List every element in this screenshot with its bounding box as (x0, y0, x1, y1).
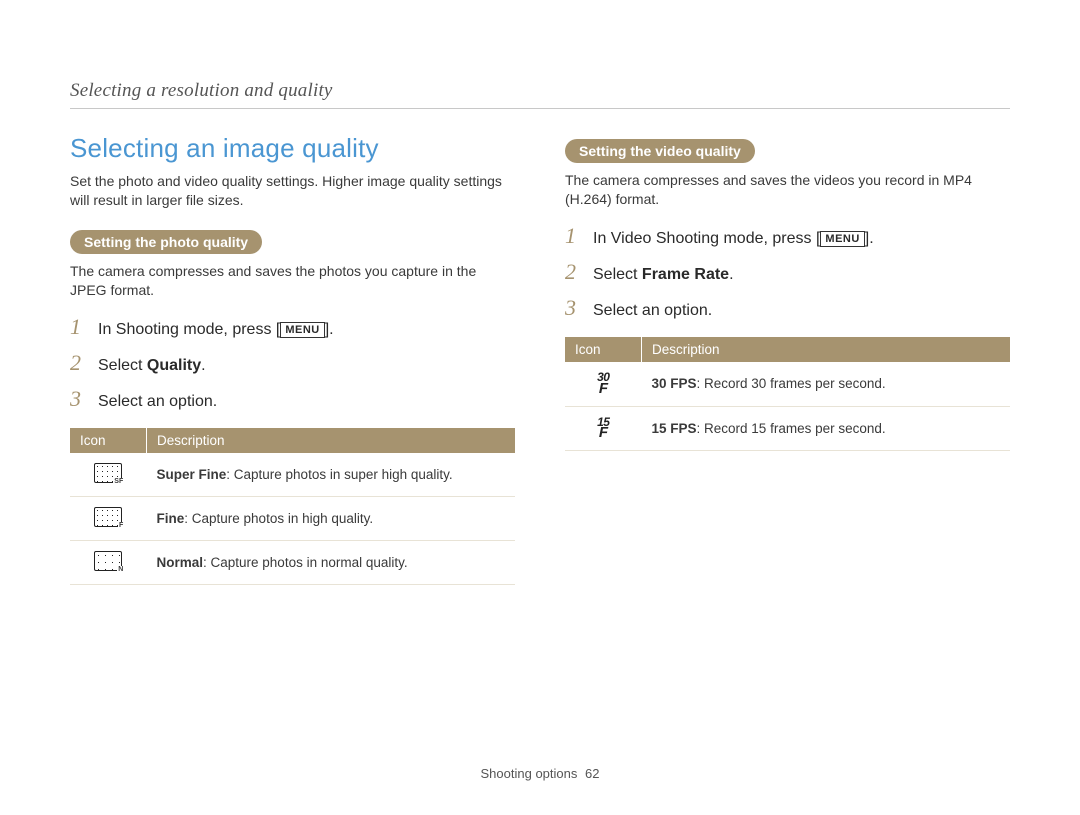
menu-icon: MENU (280, 322, 324, 338)
table-row: Normal: Capture photos in normal quality… (70, 540, 515, 584)
desc-bold: Fine (157, 511, 185, 526)
step-text-part: In Shooting mode, press [ (98, 321, 280, 338)
quality-fine-icon (94, 507, 122, 527)
step-number: 2 (70, 350, 86, 376)
desc-rest: : Capture photos in normal quality. (203, 555, 408, 570)
photo-quality-table: Icon Description Super Fine: Capture pho… (70, 428, 515, 585)
step-text-part: ]. (325, 321, 334, 338)
desc-cell: Normal: Capture photos in normal quality… (147, 540, 516, 584)
step-text: In Video Shooting mode, press [MENU]. (593, 230, 874, 248)
step-2: 2 Select Quality. (70, 350, 515, 376)
step-1: 1 In Shooting mode, press [MENU]. (70, 314, 515, 340)
icon-cell (70, 453, 147, 497)
table-row: 30F 30 FPS: Record 30 frames per second. (565, 362, 1010, 406)
icon-cell: 15F (565, 406, 642, 451)
content-columns: Selecting an image quality Set the photo… (70, 133, 1010, 585)
right-column: Setting the video quality The camera com… (565, 133, 1010, 585)
intro-text: Set the photo and video quality settings… (70, 172, 515, 210)
step-1: 1 In Video Shooting mode, press [MENU]. (565, 223, 1010, 249)
step-number: 2 (565, 259, 581, 285)
desc-rest: : Capture photos in super high quality. (226, 467, 452, 482)
video-quality-table: Icon Description 30F 30 FPS: Record 30 f… (565, 337, 1010, 452)
desc-cell: Super Fine: Capture photos in super high… (147, 453, 516, 497)
left-column: Selecting an image quality Set the photo… (70, 133, 515, 585)
fps-f: F (597, 382, 609, 396)
manual-page: Selecting a resolution and quality Selec… (0, 0, 1080, 815)
step-text-part: In Video Shooting mode, press [ (593, 230, 820, 247)
table-row: Fine: Capture photos in high quality. (70, 496, 515, 540)
table-row: Super Fine: Capture photos in super high… (70, 453, 515, 497)
step-number: 1 (70, 314, 86, 340)
step-text-part: Select (593, 266, 642, 283)
desc-bold: 30 FPS (652, 376, 697, 391)
quality-normal-icon (94, 551, 122, 571)
desc-bold: Normal (157, 555, 204, 570)
step-2: 2 Select Frame Rate. (565, 259, 1010, 285)
fps-15-icon: 15F (597, 417, 609, 440)
desc-bold: 15 FPS (652, 421, 697, 436)
icon-cell (70, 540, 147, 584)
photo-steps: 1 In Shooting mode, press [MENU]. 2 Sele… (70, 314, 515, 412)
step-3: 3 Select an option. (70, 386, 515, 412)
step-text: Select Frame Rate. (593, 266, 734, 284)
desc-bold: Super Fine (157, 467, 227, 482)
section-title: Selecting an image quality (70, 133, 515, 164)
step-text-part: . (729, 266, 733, 283)
step-number: 1 (565, 223, 581, 249)
menu-icon: MENU (820, 231, 864, 247)
video-quality-desc: The camera compresses and saves the vide… (565, 171, 1010, 209)
desc-rest: : Capture photos in high quality. (184, 511, 373, 526)
footer-section: Shooting options (481, 766, 578, 781)
fps-30-icon: 30F (597, 372, 609, 395)
fps-f: F (597, 426, 609, 440)
desc-rest: : Record 30 frames per second. (697, 376, 886, 391)
desc-rest: : Record 15 frames per second. (697, 421, 886, 436)
step-text-part: Select (98, 357, 147, 374)
page-number: 62 (585, 766, 599, 781)
table-header-icon: Icon (70, 428, 147, 453)
step-text: Select Quality. (98, 357, 206, 375)
step-text: Select an option. (593, 302, 712, 320)
breadcrumb: Selecting a resolution and quality (70, 80, 1010, 102)
step-number: 3 (565, 295, 581, 321)
step-3: 3 Select an option. (565, 295, 1010, 321)
page-footer: Shooting options 62 (0, 766, 1080, 781)
desc-cell: Fine: Capture photos in high quality. (147, 496, 516, 540)
icon-cell (70, 496, 147, 540)
photo-quality-desc: The camera compresses and saves the phot… (70, 262, 515, 300)
photo-quality-pill: Setting the photo quality (70, 230, 262, 254)
step-text-part: ]. (865, 230, 874, 247)
desc-cell: 30 FPS: Record 30 frames per second. (642, 362, 1011, 406)
table-header-desc: Description (642, 337, 1011, 362)
step-text: In Shooting mode, press [MENU]. (98, 321, 334, 339)
table-row: 15F 15 FPS: Record 15 frames per second. (565, 406, 1010, 451)
step-text-bold: Quality (147, 357, 201, 374)
step-text-bold: Frame Rate (642, 266, 729, 283)
icon-cell: 30F (565, 362, 642, 406)
step-text: Select an option. (98, 393, 217, 411)
table-header-desc: Description (147, 428, 516, 453)
step-number: 3 (70, 386, 86, 412)
quality-superfine-icon (94, 463, 122, 483)
desc-cell: 15 FPS: Record 15 frames per second. (642, 406, 1011, 451)
table-header-icon: Icon (565, 337, 642, 362)
video-steps: 1 In Video Shooting mode, press [MENU]. … (565, 223, 1010, 321)
divider (70, 108, 1010, 109)
video-quality-pill: Setting the video quality (565, 139, 755, 163)
step-text-part: . (201, 357, 205, 374)
